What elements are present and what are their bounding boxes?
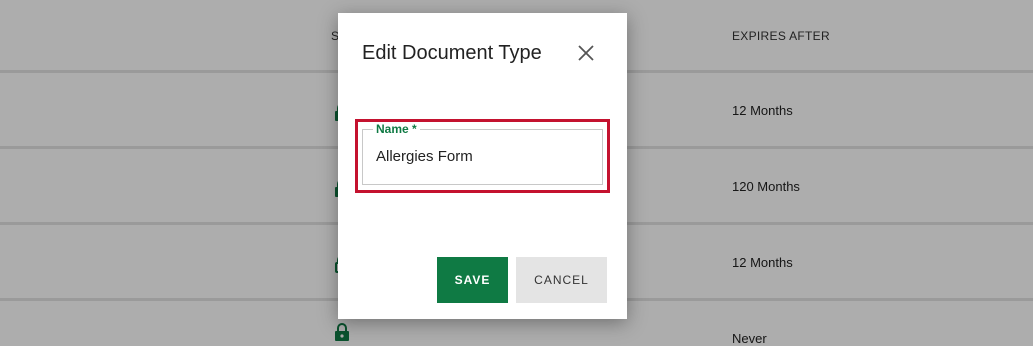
save-button[interactable]: SAVE	[437, 257, 508, 303]
edit-document-type-dialog: Edit Document Type Name * SAVE CANCEL	[338, 13, 627, 319]
cancel-button[interactable]: CANCEL	[516, 257, 607, 303]
close-button[interactable]	[574, 41, 598, 65]
name-field: Name *	[362, 122, 603, 185]
dialog-title: Edit Document Type	[362, 42, 542, 64]
name-input[interactable]	[376, 148, 591, 165]
page: S EXPIRES AFTER 12 Months 120 Months 12 …	[0, 0, 1033, 346]
close-icon	[578, 45, 594, 61]
name-field-label: Name *	[373, 122, 420, 136]
